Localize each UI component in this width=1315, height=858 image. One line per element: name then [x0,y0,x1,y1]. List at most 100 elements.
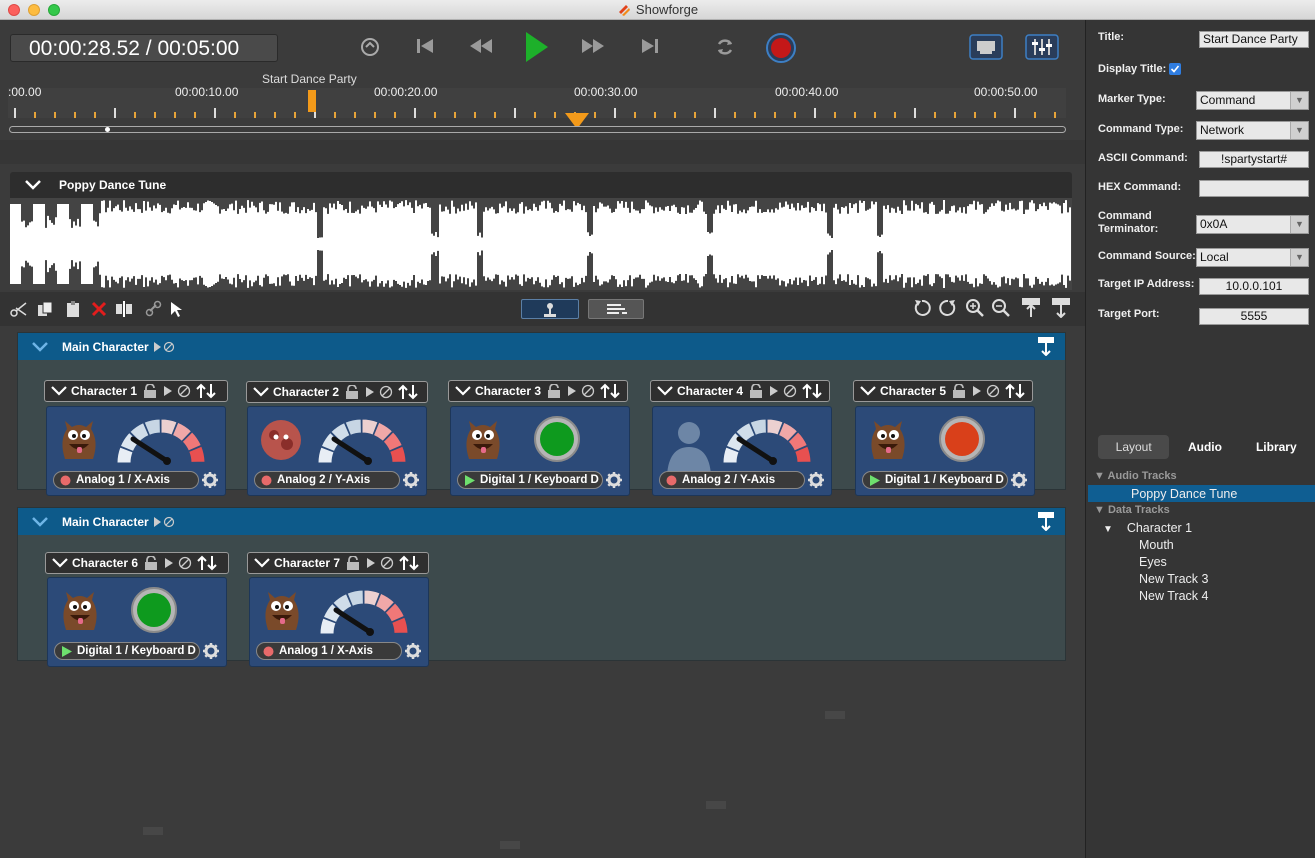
gear-icon[interactable] [404,642,422,660]
play-mute-icon[interactable] [153,516,175,528]
character-card[interactable]: Analog 1 / X-Axis [46,406,226,496]
minimize-window-button[interactable] [28,4,40,16]
tab-library[interactable]: Library [1241,435,1312,459]
chevron-down-icon[interactable] [860,386,876,396]
mixer-button[interactable] [1025,34,1059,60]
sort-arrows-icon[interactable] [398,555,420,571]
sort-arrows-icon[interactable] [1004,383,1026,399]
cut-icon[interactable] [10,300,28,318]
split-icon[interactable] [115,300,133,318]
input-selector[interactable]: Analog 2 / Y-Axis [254,471,400,489]
tab-layout[interactable]: Layout [1098,435,1170,459]
chevron-down-icon[interactable] [253,387,269,397]
lock-icon[interactable] [142,556,160,570]
tree-item-audio[interactable]: Poppy Dance Tune [1131,487,1237,501]
fast-forward-button[interactable] [580,36,606,56]
skip-end-button[interactable] [639,36,661,56]
undo-icon[interactable] [912,298,932,318]
character-header[interactable]: Character 6 [45,552,229,574]
select-cursor-icon[interactable] [168,300,186,318]
group-header[interactable]: Main Character [18,508,1065,535]
gear-icon[interactable] [402,471,420,489]
copy-icon[interactable] [36,300,54,318]
lock-icon[interactable] [343,385,361,399]
ascii-command-field[interactable]: !spartystart# [1199,151,1309,168]
character-card[interactable]: Analog 1 / X-Axis [249,577,429,667]
lock-icon[interactable] [344,556,362,570]
zoom-out-icon[interactable] [991,298,1011,318]
layout-view-button[interactable] [521,299,579,319]
link-icon[interactable] [145,300,163,318]
title-field[interactable]: Start Dance Party [1199,31,1309,48]
chevron-down-icon[interactable] [32,516,48,527]
skip-start-button[interactable] [414,36,436,56]
mute-icon[interactable] [986,384,1000,398]
sort-arrows-icon[interactable] [196,555,218,571]
gear-icon[interactable] [1010,471,1028,489]
tree-item-track[interactable]: New Track 4 [1139,589,1208,603]
gear-icon[interactable] [201,471,219,489]
lock-icon[interactable] [141,384,159,398]
play-mute-icon[interactable] [153,341,175,353]
chevron-down-icon[interactable] [51,386,67,396]
chevron-down-icon[interactable] [455,386,471,396]
play-icon[interactable] [366,557,376,569]
data-tracks-header[interactable]: ▼ Data Tracks [1094,504,1170,516]
paste-icon[interactable] [64,300,82,318]
character-header[interactable]: Character 7 [247,552,429,574]
character-header[interactable]: Character 4 [650,380,830,402]
character-card[interactable]: Analog 2 / Y-Axis [652,406,832,496]
target-port-field[interactable]: 5555 [1199,308,1309,325]
gear-icon[interactable] [807,471,825,489]
character-header[interactable]: Character 1 [44,380,228,402]
lock-icon[interactable] [545,384,563,398]
sync-button[interactable] [359,36,381,58]
input-selector[interactable]: Digital 1 / Keyboard D [54,642,200,660]
target-ip-field[interactable]: 10.0.0.101 [1199,278,1309,295]
play-icon[interactable] [972,385,982,397]
loop-button[interactable] [714,36,736,58]
mute-icon[interactable] [379,385,393,399]
mute-icon[interactable] [178,556,192,570]
audio-tracks-header[interactable]: ▼ Audio Tracks [1094,470,1177,482]
gear-icon[interactable] [202,642,220,660]
character-header[interactable]: Character 2 [246,381,428,403]
play-button[interactable] [524,30,550,64]
lock-icon[interactable] [950,384,968,398]
terminator-select[interactable]: 0x0A ▼ [1196,215,1309,234]
character-card[interactable]: Analog 2 / Y-Axis [247,406,427,496]
chevron-down-icon[interactable] [254,558,270,568]
play-icon[interactable] [567,385,577,397]
tab-audio[interactable]: Audio [1169,435,1240,459]
record-button[interactable] [765,32,797,64]
move-down-icon[interactable] [1050,296,1072,318]
zoom-in-icon[interactable] [965,298,985,318]
play-icon[interactable] [164,557,174,569]
chevron-down-icon[interactable] [657,386,673,396]
input-selector[interactable]: Analog 1 / X-Axis [53,471,199,489]
zoom-window-button[interactable] [48,4,60,16]
hex-command-field[interactable] [1199,180,1309,197]
move-up-icon[interactable] [1020,296,1042,318]
chevron-down-icon[interactable] [32,341,48,352]
tree-item-track[interactable]: Eyes [1139,555,1167,569]
sort-arrows-icon[interactable] [599,383,621,399]
tree-item-track[interactable]: New Track 3 [1139,572,1208,586]
lock-icon[interactable] [747,384,765,398]
character-card[interactable]: Digital 1 / Keyboard D [450,406,630,496]
audio-waveform[interactable] [9,198,1072,290]
redo-icon[interactable] [938,298,958,318]
character-card[interactable]: Digital 1 / Keyboard D [47,577,227,667]
chevron-down-icon[interactable] [24,179,42,191]
hardware-button[interactable] [969,34,1003,60]
input-selector[interactable]: Analog 1 / X-Axis [256,642,402,660]
character-header[interactable]: Character 5 [853,380,1033,402]
mute-icon[interactable] [783,384,797,398]
mute-icon[interactable] [177,384,191,398]
list-view-button[interactable] [588,299,644,319]
command-source-select[interactable]: Local ▼ [1196,248,1309,267]
input-selector[interactable]: Analog 2 / Y-Axis [659,471,805,489]
gear-icon[interactable] [605,471,623,489]
mute-icon[interactable] [380,556,394,570]
timeline-ruler[interactable]: :00.00 00:00:10.00 00:00:20.00 00:00:30.… [8,72,1066,134]
